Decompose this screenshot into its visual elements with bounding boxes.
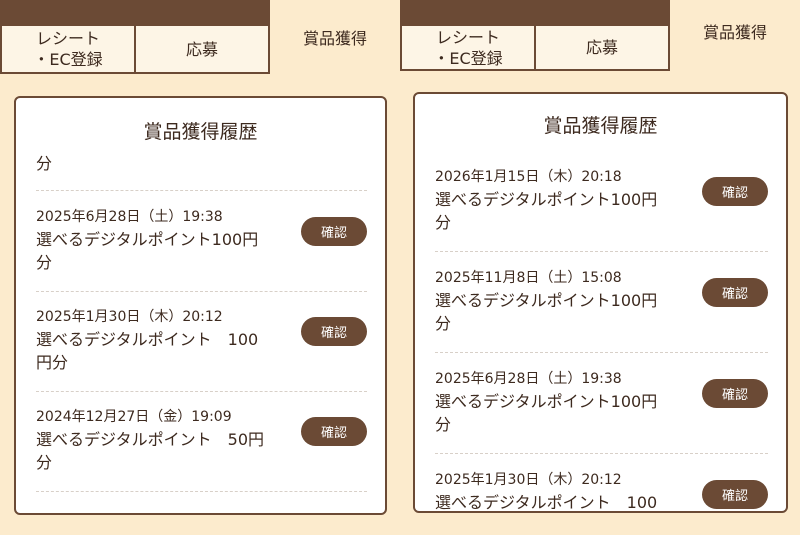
tab-prize[interactable]: 賞品獲得: [270, 0, 400, 75]
confirm-button[interactable]: 確認: [702, 177, 768, 206]
right-screen: レシート ・EC登録 応募 賞品獲得 賞品獲得履歴 2026年1月15日（木）2…: [400, 0, 800, 535]
tab-bar: レシート ・EC登録 応募 賞品獲得: [400, 0, 800, 75]
tab-apply-label: 応募: [585, 38, 618, 57]
left-screen: レシート ・EC登録 応募 賞品獲得 賞品獲得履歴 分 2025年6月28日（土…: [0, 0, 400, 535]
tab-strip: [0, 0, 270, 26]
tab-receipt-label-line1: レシート: [435, 27, 500, 47]
tab-prize-label: 賞品獲得: [302, 29, 367, 48]
entry-date: 2025年11月8日（土）15:08: [435, 270, 622, 286]
history-entry: 2024年12月27日（金）19:09 選べるデジタルポイント 50円分 確認: [36, 406, 367, 491]
tab-apply[interactable]: 応募: [534, 26, 670, 71]
history-entry: 2025年1月30日（木）20:12 選べるデジタルポイント 100 確認: [435, 469, 768, 512]
entry-prize: 選べるデジタルポイント 100円分: [36, 330, 259, 372]
history-entry: 2025年1月30日（木）20:12 選べるデジタルポイント 100円分 確認: [36, 306, 367, 391]
entry-date: 2025年1月30日（木）20:12: [435, 472, 622, 488]
tab-receipt-label-line2: ・EC登録: [33, 50, 103, 69]
card-title: 賞品獲得履歴: [543, 115, 658, 137]
tab-prize[interactable]: 賞品獲得: [670, 0, 800, 75]
history-entry: 2025年6月28日（土）19:38 選べるデジタルポイント100円分 確認: [435, 368, 768, 453]
tab-apply-label: 応募: [185, 39, 218, 59]
entry-date: 2025年6月28日（土）19:38: [435, 371, 622, 387]
entry-prize: 選べるデジタルポイント 100: [435, 493, 658, 512]
entry-prize: 選べるデジタルポイント100円分: [435, 190, 658, 232]
tab-prize-label: 賞品獲得: [702, 23, 767, 42]
confirm-button[interactable]: 確認: [301, 217, 367, 246]
entry-divider: [36, 291, 367, 292]
partial-prize-text: 分: [36, 154, 53, 173]
card-title: 賞品獲得履歴: [143, 121, 258, 143]
tab-receipt-label-line1: レシート: [35, 29, 100, 48]
confirm-button[interactable]: 確認: [702, 480, 768, 509]
prize-history-card[interactable]: 賞品獲得履歴 分 2025年6月28日（土）19:38 選べるデジタルポイント1…: [14, 96, 387, 515]
entry-divider: [435, 251, 768, 252]
entry-divider: [36, 391, 367, 392]
entry-date: 2025年6月28日（土）19:38: [36, 209, 223, 225]
entry-prize: 選べるデジタルポイント100円分: [435, 291, 658, 333]
history-entry: 2025年6月28日（土）19:38 選べるデジタルポイント100円分 確認: [36, 206, 367, 291]
prize-history-card[interactable]: 賞品獲得履歴 2026年1月15日（木）20:18 選べるデジタルポイント100…: [413, 92, 788, 513]
confirm-button[interactable]: 確認: [301, 317, 367, 346]
tab-receipt-ec[interactable]: レシート ・EC登録: [0, 26, 136, 74]
entry-prize: 選べるデジタルポイント 50円分: [36, 430, 265, 472]
confirm-button[interactable]: 確認: [702, 379, 768, 408]
history-entry: 2026年1月15日（木）20:18 選べるデジタルポイント100円分 確認: [435, 166, 768, 251]
entry-date: 2025年1月30日（木）20:12: [36, 309, 223, 325]
tab-receipt-label-line2: ・EC登録: [433, 48, 503, 68]
confirm-button[interactable]: 確認: [301, 417, 367, 446]
entry-date: 2026年1月15日（木）20:18: [435, 169, 622, 185]
tab-strip: [400, 0, 670, 26]
history-entry: 2025年11月8日（土）15:08 選べるデジタルポイント100円分 確認: [435, 267, 768, 352]
entry-prize: 選べるデジタルポイント100円分: [435, 392, 658, 434]
tab-receipt-ec[interactable]: レシート ・EC登録: [400, 26, 536, 71]
tab-apply[interactable]: 応募: [134, 26, 270, 74]
confirm-button[interactable]: 確認: [702, 278, 768, 307]
tab-bar: レシート ・EC登録 応募 賞品獲得: [0, 0, 400, 75]
entry-date: 2024年12月27日（金）19:09: [36, 409, 232, 425]
entry-prize: 選べるデジタルポイント100円分: [36, 230, 259, 272]
entry-divider: [435, 352, 768, 353]
entry-divider: [435, 453, 768, 454]
entry-divider: [36, 190, 367, 191]
entry-divider: [36, 491, 367, 492]
